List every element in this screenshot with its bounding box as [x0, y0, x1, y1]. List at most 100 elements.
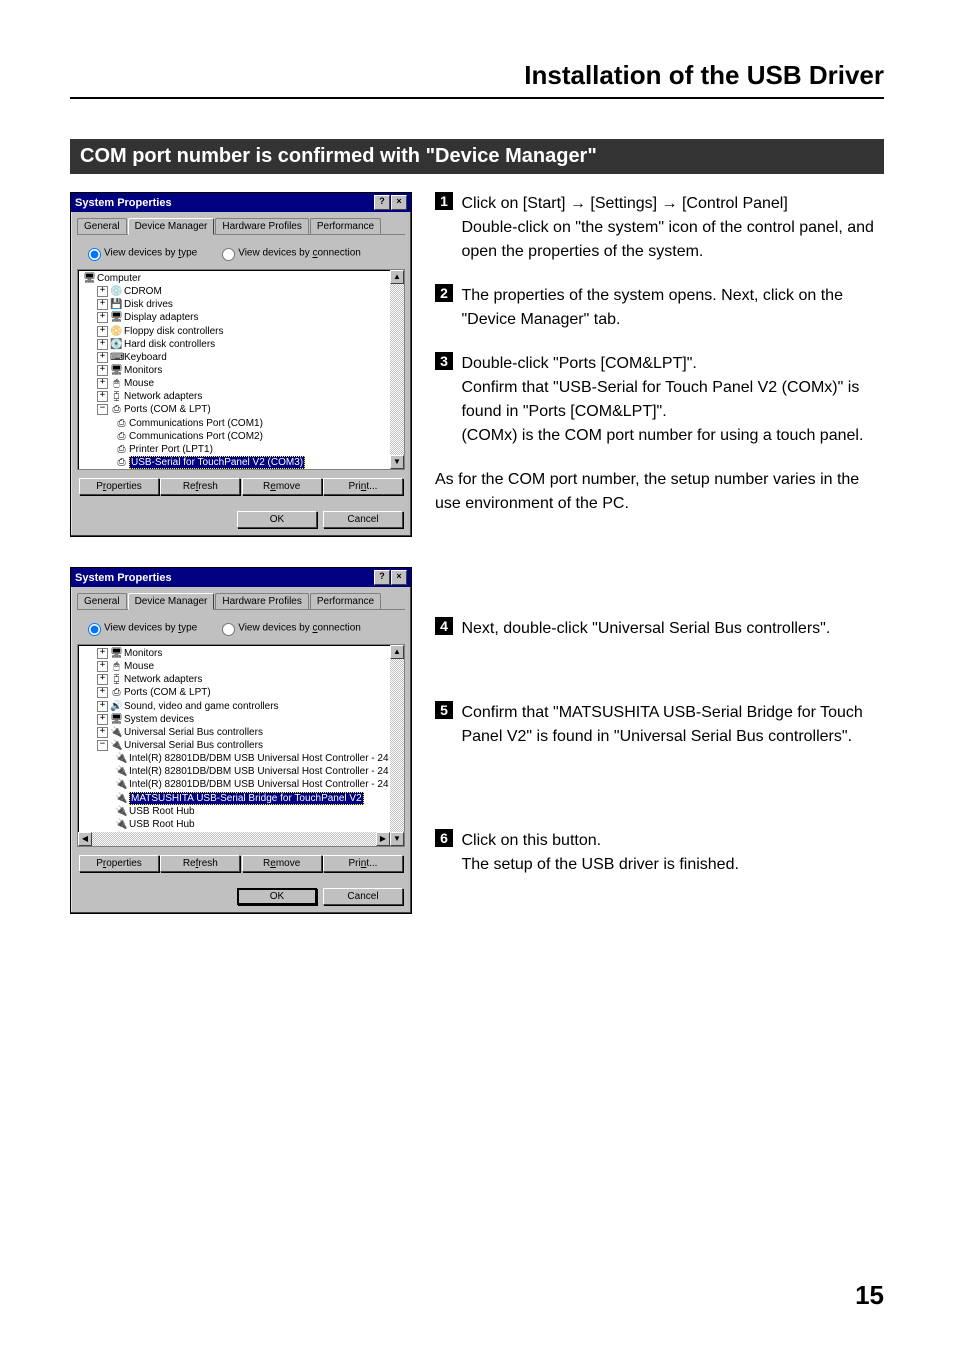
step-text: Click on [Start] → [Settings] → [Control… — [461, 195, 787, 212]
tree-item[interactable]: Mouse — [124, 661, 154, 672]
tree-item[interactable]: USB Root Hub — [129, 819, 195, 830]
dialog-tabs: General Device Manager Hardware Profiles… — [77, 593, 405, 610]
tree-item[interactable]: Monitors — [124, 365, 162, 376]
step-text: Double-click "Ports [COM&LPT]". — [461, 355, 696, 372]
tree-item[interactable]: Display adapters — [124, 313, 198, 324]
tree-item[interactable]: Mouse — [124, 378, 154, 389]
device-tree[interactable]: +🖥Monitors +🖱Mouse +⧮Network adapters +⎙… — [77, 644, 405, 847]
section-title: COM port number is confirmed with "Devic… — [70, 139, 884, 174]
tree-root[interactable]: Computer — [97, 273, 141, 284]
properties-button[interactable]: Properties — [79, 855, 159, 872]
radio-view-by-type[interactable]: View devices by type — [83, 245, 197, 261]
tree-item[interactable]: Printer Port (LPT1) — [129, 444, 213, 455]
dialog-title: System Properties — [75, 572, 172, 584]
step-text: Click on this button. — [461, 832, 601, 849]
step-number-icon: 3 — [435, 352, 453, 370]
scroll-right-icon[interactable]: ▶ — [376, 832, 390, 846]
radio-view-by-connection[interactable]: View devices by connection — [217, 245, 361, 261]
radio-view-by-type[interactable]: View devices by type — [83, 620, 197, 636]
dialog-tabs: General Device Manager Hardware Profiles… — [77, 218, 405, 235]
content-block-1: System Properties ? × General Device Man… — [70, 192, 884, 537]
step-number-icon: 5 — [435, 701, 453, 719]
scroll-down-icon[interactable]: ▼ — [390, 832, 404, 846]
remove-button[interactable]: Remove — [242, 855, 322, 872]
step-text: As for the COM port number, the setup nu… — [435, 468, 884, 516]
refresh-button[interactable]: Refresh — [160, 478, 240, 495]
step-text: Double-click on "the system" icon of the… — [461, 219, 873, 260]
tree-item[interactable]: Keyboard — [124, 352, 167, 363]
step-number-icon: 6 — [435, 829, 453, 847]
tree-item[interactable]: Network adapters — [124, 391, 202, 402]
content-block-2: System Properties ? × General Device Man… — [70, 567, 884, 914]
close-icon[interactable]: × — [391, 195, 407, 210]
step-2: 2 The properties of the system opens. Ne… — [435, 284, 884, 332]
tab-device-manager[interactable]: Device Manager — [128, 218, 215, 235]
dialog-titlebar: System Properties ? × — [71, 193, 411, 212]
step-number-icon: 2 — [435, 284, 453, 302]
step-text: The setup of the USB driver is finished. — [461, 856, 738, 873]
tree-item[interactable]: Intel(R) 82801DB/DBM USB Universal Host … — [129, 766, 389, 777]
page-number: 15 — [855, 1280, 884, 1311]
tab-performance[interactable]: Performance — [310, 218, 381, 234]
print-button[interactable]: Print... — [323, 478, 403, 495]
page-header: Installation of the USB Driver — [70, 60, 884, 99]
tree-item[interactable]: Communications Port (COM1) — [129, 418, 263, 429]
tree-item-ports[interactable]: Ports (COM & LPT) — [124, 405, 211, 416]
ok-button[interactable]: OK — [237, 888, 317, 905]
device-tree[interactable]: 🖥Computer +💿CDROM +💾Disk drives +🖥Displa… — [77, 269, 405, 470]
tree-item[interactable]: Intel(R) 82801DB/DBM USB Universal Host … — [129, 753, 389, 764]
cancel-button[interactable]: Cancel — [323, 511, 403, 528]
scroll-down-icon[interactable]: ▼ — [390, 455, 404, 469]
tree-item[interactable]: Ports (COM & LPT) — [124, 688, 211, 699]
tree-item[interactable]: Hard disk controllers — [124, 339, 215, 350]
vertical-scrollbar[interactable]: ▲ ▼ — [390, 270, 404, 469]
tree-item[interactable]: Network adapters — [124, 674, 202, 685]
tab-general[interactable]: General — [77, 593, 127, 609]
tab-hardware-profiles[interactable]: Hardware Profiles — [215, 218, 308, 234]
dialog-title: System Properties — [75, 197, 172, 209]
tab-hardware-profiles[interactable]: Hardware Profiles — [215, 593, 308, 609]
tree-item[interactable]: Intel(R) 82801DB/DBM USB Universal Host … — [129, 780, 389, 791]
scroll-up-icon[interactable]: ▲ — [390, 645, 404, 659]
radio-view-by-connection[interactable]: View devices by connection — [217, 620, 361, 636]
system-properties-dialog-1: System Properties ? × General Device Man… — [70, 192, 412, 537]
step-6: 6 Click on this button. The setup of the… — [435, 829, 884, 877]
tree-item-usb[interactable]: Universal Serial Bus controllers — [124, 740, 263, 751]
step-3: 3 Double-click "Ports [COM&LPT]". Confir… — [435, 352, 884, 448]
step-5: 5 Confirm that "MATSUSHITA USB-Serial Br… — [435, 701, 884, 749]
step-text: Confirm that "USB-Serial for Touch Panel… — [461, 379, 859, 420]
properties-button[interactable]: Properties — [79, 478, 159, 495]
tree-item-selected[interactable]: USB-Serial for TouchPanel V2 (COM3) — [129, 456, 305, 469]
print-button[interactable]: Print... — [323, 855, 403, 872]
scroll-left-icon[interactable]: ◀ — [78, 832, 92, 846]
help-icon[interactable]: ? — [374, 570, 390, 585]
horizontal-scrollbar[interactable]: ◀ ▶ — [78, 832, 390, 846]
tree-item[interactable]: System devices — [124, 714, 194, 725]
close-icon[interactable]: × — [391, 570, 407, 585]
tree-item[interactable]: USB Root Hub — [129, 806, 195, 817]
dialog-titlebar: System Properties ? × — [71, 568, 411, 587]
vertical-scrollbar[interactable]: ▲ ▼ — [390, 645, 404, 846]
help-icon[interactable]: ? — [374, 195, 390, 210]
step-text: Next, double-click "Universal Serial Bus… — [461, 617, 880, 641]
tree-item[interactable]: CDROM — [124, 286, 162, 297]
step-number-icon: 4 — [435, 617, 453, 635]
tree-item[interactable]: Floppy disk controllers — [124, 326, 223, 337]
step-4: 4 Next, double-click "Universal Serial B… — [435, 617, 884, 641]
tree-item[interactable]: Communications Port (COM2) — [129, 431, 263, 442]
tree-item-selected[interactable]: MATSUSHITA USB-Serial Bridge for TouchPa… — [129, 792, 364, 805]
tab-performance[interactable]: Performance — [310, 593, 381, 609]
tab-device-manager[interactable]: Device Manager — [128, 593, 215, 610]
tree-item[interactable]: Disk drives — [124, 299, 173, 310]
step-text: Confirm that "MATSUSHITA USB-Serial Brid… — [461, 701, 880, 749]
remove-button[interactable]: Remove — [242, 478, 322, 495]
ok-button[interactable]: OK — [237, 511, 317, 528]
tree-item[interactable]: Sound, video and game controllers — [124, 701, 279, 712]
tab-general[interactable]: General — [77, 218, 127, 234]
refresh-button[interactable]: Refresh — [160, 855, 240, 872]
scroll-up-icon[interactable]: ▲ — [390, 270, 404, 284]
tree-item[interactable]: Universal Serial Bus controllers — [124, 727, 263, 738]
cancel-button[interactable]: Cancel — [323, 888, 403, 905]
step-3-note: As for the COM port number, the setup nu… — [435, 468, 884, 516]
tree-item[interactable]: Monitors — [124, 648, 162, 659]
